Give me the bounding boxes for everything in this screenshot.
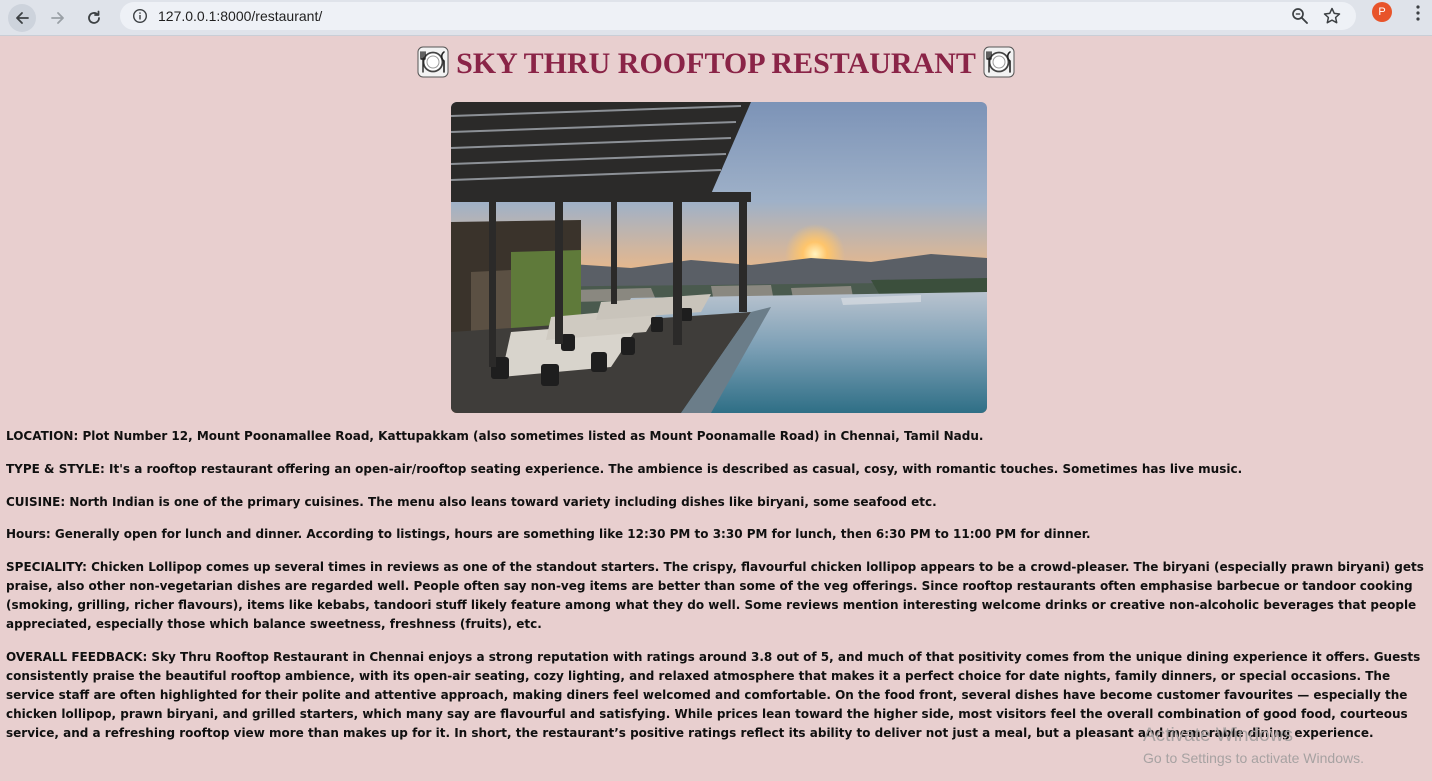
star-icon[interactable] xyxy=(1322,6,1342,26)
info-icon[interactable] xyxy=(132,8,148,24)
forward-button[interactable] xyxy=(44,4,72,32)
plate-cutlery-icon xyxy=(417,46,449,78)
plate-cutlery-icon xyxy=(983,46,1015,78)
hours-paragraph: Hours: Generally open for lunch and dinn… xyxy=(6,527,1091,542)
overall-feedback-paragraph: OVERALL FEEDBACK: Sky Thru Rooftop Resta… xyxy=(6,649,1421,740)
restaurant-photo xyxy=(451,102,987,413)
back-arrow-icon xyxy=(16,12,29,24)
forward-arrow-icon xyxy=(51,12,64,24)
reload-button[interactable] xyxy=(80,4,108,32)
restaurant-details: LOCATION: Plot Number 12, Mount Poonamal… xyxy=(6,427,1424,757)
more-vert-icon[interactable] xyxy=(1410,4,1426,22)
browser-toolbar: 127.0.0.1:8000/restaurant/ P xyxy=(0,0,1432,36)
speciality-paragraph: SPECIALITY: Chicken Lollipop comes up se… xyxy=(6,560,1424,632)
type-style-paragraph: TYPE & STYLE: It's a rooftop restaurant … xyxy=(6,461,1243,476)
address-bar[interactable]: 127.0.0.1:8000/restaurant/ xyxy=(120,2,1356,30)
location-paragraph: LOCATION: Plot Number 12, Mount Poonamal… xyxy=(6,429,984,443)
page-title: SKY THRU ROOFTOP RESTAURANT xyxy=(0,44,1432,84)
reload-icon xyxy=(88,10,100,24)
page-title-text: SKY THRU ROOFTOP RESTAURANT xyxy=(456,47,976,80)
zoom-icon[interactable] xyxy=(1290,6,1310,26)
url-text[interactable]: 127.0.0.1:8000/restaurant/ xyxy=(158,6,322,26)
back-button[interactable] xyxy=(8,4,36,32)
profile-avatar[interactable]: P xyxy=(1372,2,1392,22)
cuisine-paragraph: CUISINE: North Indian is one of the prim… xyxy=(6,494,937,509)
